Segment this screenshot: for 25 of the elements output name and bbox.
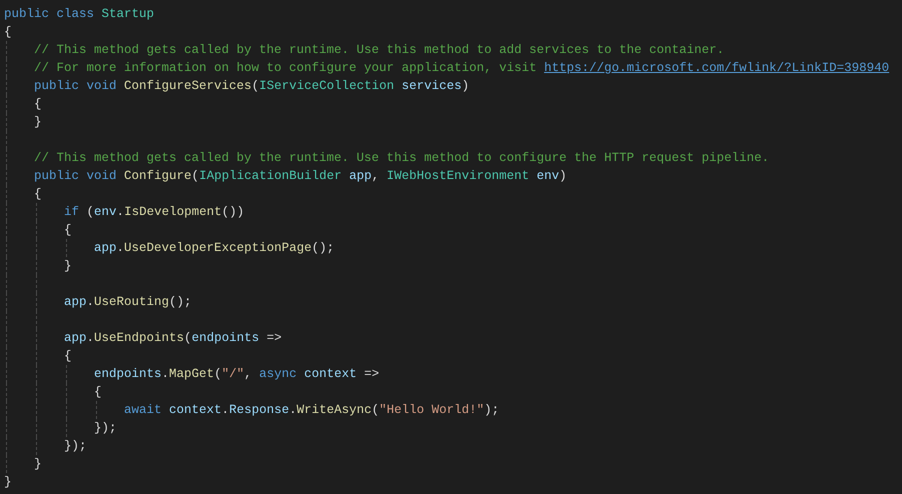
code-line: { bbox=[33, 96, 42, 113]
code-line: await context.Response.WriteAsync("Hello World!"); bbox=[123, 402, 500, 419]
code-line: }); bbox=[93, 420, 117, 437]
code-line: } bbox=[4, 474, 12, 491]
code-line: // This method gets called by the runtime. Use this method to add services to the container. bbox=[33, 42, 724, 59]
code-line: app.UseRouting(); bbox=[63, 294, 192, 311]
code-line: public void ConfigureServices(IServiceCollection services) bbox=[33, 78, 470, 95]
code-line: } bbox=[63, 258, 72, 275]
code-line: }); bbox=[63, 438, 87, 455]
code-line: { bbox=[93, 384, 102, 401]
code-line: { bbox=[33, 186, 42, 203]
code-line: if (env.IsDevelopment()) bbox=[63, 204, 244, 221]
code-line: { bbox=[4, 24, 12, 41]
code-line: app.UseDeveloperExceptionPage(); bbox=[93, 240, 334, 257]
code-line: // This method gets called by the runtime. Use this method to configure the HTTP request pipeline. bbox=[33, 150, 770, 167]
code-line: } bbox=[33, 456, 42, 473]
code-line: { bbox=[63, 348, 72, 365]
code-line: { bbox=[63, 222, 72, 239]
code-line: // For more information on how to configure your application, visit https://go.microsoft.com/fwlink/?LinkID=398940 bbox=[33, 60, 890, 77]
code-line: endpoints.MapGet("/", async context => bbox=[93, 366, 380, 383]
code-line: public void Configure(IApplicationBuilder app, IWebHostEnvironment env) bbox=[33, 168, 567, 185]
code-line: } bbox=[33, 114, 42, 131]
code-line: app.UseEndpoints(endpoints => bbox=[63, 330, 282, 347]
code-line: public class Startup bbox=[4, 6, 154, 23]
link[interactable]: https://go.microsoft.com/fwlink/?LinkID=398940 bbox=[544, 61, 890, 75]
